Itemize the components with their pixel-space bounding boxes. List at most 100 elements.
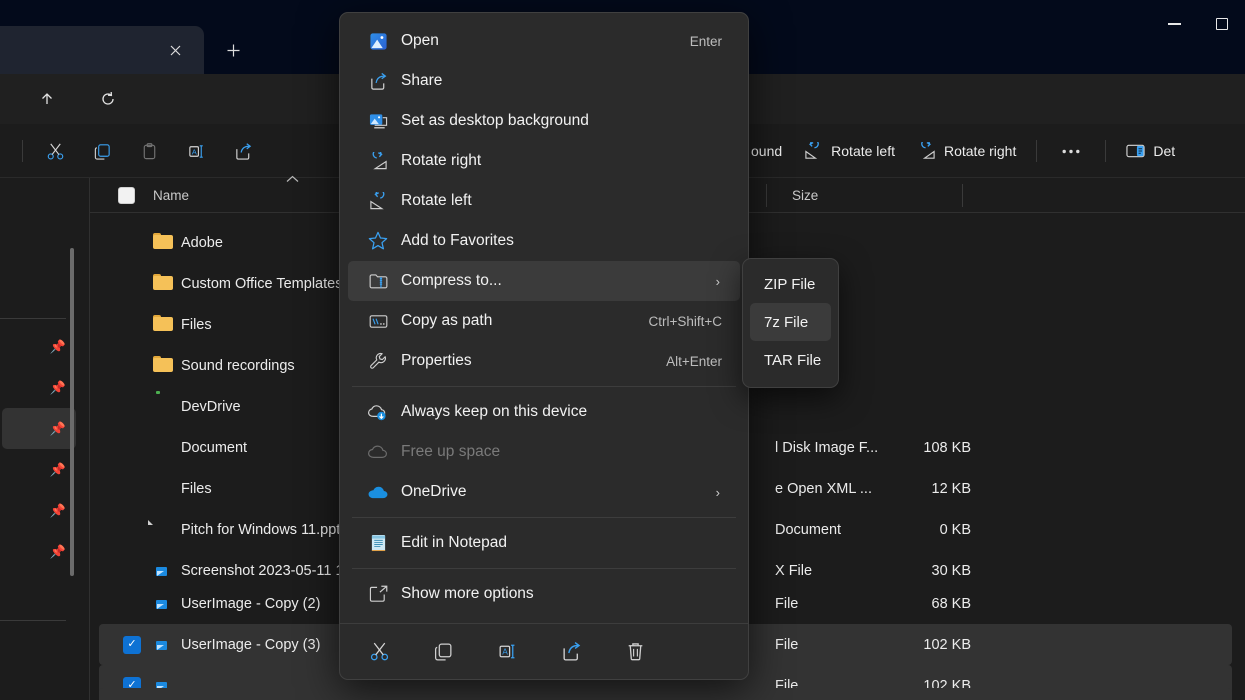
sidebar-item-screenshots[interactable]: nshots: [2, 572, 76, 613]
divider: [0, 620, 66, 621]
file-size: 68 KB: [876, 596, 971, 612]
sidebar-item-videos[interactable]: s 📌: [2, 531, 76, 572]
maximize-icon[interactable]: [1198, 0, 1245, 48]
chevron-up-icon: [286, 175, 299, 183]
column-header-size[interactable]: Size: [766, 178, 962, 213]
menu-item-open[interactable]: Open Enter: [348, 21, 740, 61]
share-icon: [368, 71, 388, 91]
sidebar-item-music[interactable]: 📌: [2, 490, 76, 531]
copy-icon[interactable]: [426, 635, 460, 669]
cmd-rotate-right[interactable]: Rotate right: [906, 133, 1027, 169]
menu-item-label: Free up space: [401, 443, 500, 461]
menu-item-label: Open: [401, 32, 439, 50]
submenu-item-zip-file[interactable]: ZIP File: [750, 265, 831, 303]
select-all-checkbox[interactable]: [118, 187, 135, 204]
window-controls: [1151, 0, 1245, 48]
menu-item-accel: Ctrl+Shift+C: [648, 314, 722, 329]
table-row[interactable]: ✓: [99, 688, 1232, 700]
menu-item-add-to-favorites[interactable]: Add to Favorites: [348, 221, 740, 261]
wrench-icon: [368, 351, 388, 371]
star-icon: [368, 231, 388, 251]
pin-icon: 📌: [50, 380, 66, 396]
menu-item-show-more-options[interactable]: Show more options: [348, 574, 740, 614]
file-type: e Open XML ...: [775, 481, 872, 497]
context-menu[interactable]: Open Enter Share Set as desktop backgrou…: [339, 12, 749, 680]
file-size: 0 KB: [876, 522, 971, 538]
delete-icon[interactable]: [618, 635, 652, 669]
menu-item-copy-as-path[interactable]: Copy as path Ctrl+Shift+C: [348, 301, 740, 341]
menu-item-label: Always keep on this device: [401, 403, 587, 421]
page-icon: [153, 520, 173, 540]
image-icon: [153, 561, 173, 581]
paste-icon[interactable]: [126, 133, 173, 169]
desktop-background-icon: [368, 111, 388, 131]
menu-item-compress-to[interactable]: Compress to... ›: [348, 261, 740, 301]
menu-item-label: Compress to...: [401, 272, 502, 290]
sidebar-item-documents[interactable]: ments 📌: [2, 408, 76, 449]
sidebar-item-onedrive-personal[interactable]: Personal: [2, 270, 76, 311]
minimize-icon[interactable]: [1151, 0, 1198, 48]
tab-documents[interactable]: ents: [0, 26, 204, 74]
arrow-up-icon[interactable]: [31, 83, 63, 115]
file-type: File: [775, 637, 798, 653]
folder-icon: [153, 274, 173, 294]
rename-icon[interactable]: A: [490, 635, 524, 669]
menu-item-onedrive[interactable]: OneDrive ›: [348, 472, 740, 512]
rename-icon[interactable]: A: [173, 133, 220, 169]
document-icon: [153, 479, 173, 499]
chevron-right-icon: ›: [716, 485, 720, 500]
menu-item-label: OneDrive: [401, 483, 466, 501]
share-icon[interactable]: [554, 635, 588, 669]
refresh-icon[interactable]: [92, 83, 124, 115]
menu-item-always-keep-on-this-device[interactable]: Always keep on this device: [348, 392, 740, 432]
document-icon: [153, 438, 173, 458]
close-icon[interactable]: [160, 35, 190, 65]
sidebar-scrollbar[interactable]: [70, 248, 74, 576]
file-type: X File: [775, 563, 812, 579]
file-name: Files: [181, 317, 212, 333]
menu-item-set-as-desktop-background[interactable]: Set as desktop background: [348, 101, 740, 141]
ellipsis-icon[interactable]: [1046, 133, 1096, 169]
pin-icon: 📌: [50, 339, 66, 355]
cloud-outline-icon: [368, 442, 388, 462]
cut-icon[interactable]: [362, 635, 396, 669]
sidebar-item-home[interactable]: e: [2, 188, 76, 229]
rotate-right-icon: [368, 151, 388, 171]
sidebar-item-downloads[interactable]: loads 📌: [2, 367, 76, 408]
submenu-item-tar-file[interactable]: TAR File: [750, 341, 831, 379]
show-more-icon: [368, 584, 388, 604]
menu-item-rotate-right[interactable]: Rotate right: [348, 141, 740, 181]
compress-to-submenu[interactable]: ZIP File 7z File TAR File: [742, 258, 839, 388]
sidebar-item-pictures[interactable]: es 📌: [2, 449, 76, 490]
menu-item-properties[interactable]: Properties Alt+Enter: [348, 341, 740, 381]
menu-item-rotate-left[interactable]: Rotate left: [348, 181, 740, 221]
file-name: Screenshot 2023-05-11 111: [181, 563, 358, 579]
drive-icon: [153, 397, 173, 417]
submenu-item-7z-file[interactable]: 7z File: [750, 303, 831, 341]
file-type: l Disk Image F...: [775, 440, 878, 456]
share-icon[interactable]: [220, 133, 267, 169]
cmd-rotate-left[interactable]: Rotate left: [793, 133, 906, 169]
sidebar-item-desktop[interactable]: op 📌: [2, 326, 76, 367]
row-checkbox[interactable]: ✓: [123, 636, 141, 654]
cut-icon[interactable]: [32, 133, 79, 169]
file-name: Sound recordings: [181, 358, 295, 374]
cmd-details-pane[interactable]: Det: [1115, 133, 1186, 169]
menu-item-share[interactable]: Share: [348, 61, 740, 101]
cmd-rotate-right-label: Rotate right: [944, 143, 1016, 159]
copy-icon[interactable]: [79, 133, 126, 169]
navigation-pane[interactable]: e y Personal op 📌 loads 📌 ments 📌 es 📌 📌…: [0, 178, 78, 700]
menu-item-label: Properties: [401, 352, 472, 370]
sidebar-item-gallery[interactable]: y: [2, 229, 76, 270]
tab-label: ents: [0, 42, 160, 58]
plus-icon[interactable]: [216, 33, 250, 67]
divider: [0, 318, 66, 319]
open-image-icon: [368, 31, 388, 51]
column-divider[interactable]: [962, 184, 963, 207]
file-type: Document: [775, 522, 841, 538]
menu-item-label: Share: [401, 72, 442, 90]
menu-item-label: Show more options: [401, 585, 534, 603]
menu-item-edit-in-notepad[interactable]: Edit in Notepad: [348, 523, 740, 563]
file-name: Files: [181, 481, 212, 497]
onedrive-cloud-icon: [368, 482, 388, 502]
